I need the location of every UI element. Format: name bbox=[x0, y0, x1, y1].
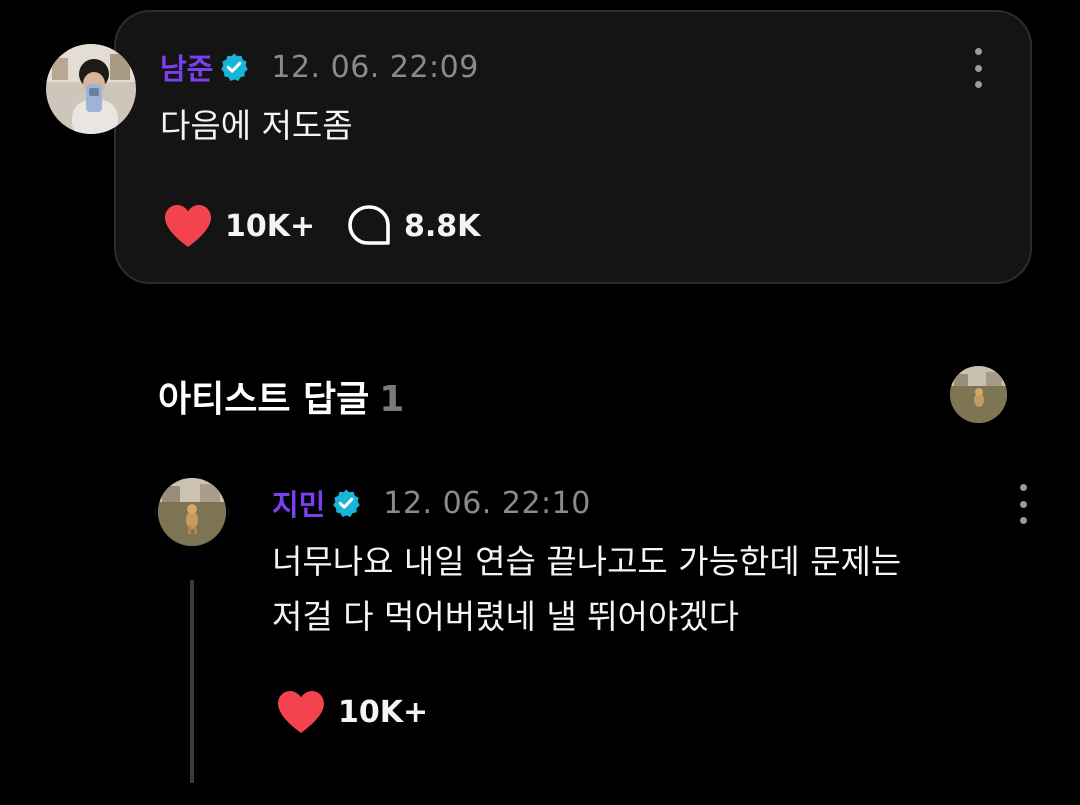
post-comment-button[interactable]: 8.8K bbox=[346, 203, 480, 249]
verified-badge-icon bbox=[331, 488, 361, 518]
post-more-menu-icon[interactable] bbox=[968, 48, 988, 88]
reply-message-line: 너무나요 내일 연습 끝나고도 가능한데 문제는 bbox=[272, 542, 902, 581]
post-author-name[interactable]: 남준 bbox=[160, 46, 213, 88]
artist-replies-count: 1 bbox=[379, 379, 405, 420]
reply-more-menu-icon[interactable] bbox=[1013, 484, 1033, 524]
reply-message-line: 저걸 다 먹어버렸네 낼 뛰어야겠다 bbox=[272, 597, 739, 636]
reply-like-count: 10K+ bbox=[338, 694, 429, 730]
current-user-avatar[interactable] bbox=[950, 366, 1007, 423]
heart-icon bbox=[165, 205, 211, 247]
post-like-button[interactable]: 10K+ bbox=[163, 203, 315, 249]
post-like-count: 10K+ bbox=[225, 208, 316, 244]
post-message: 다음에 저도좀 bbox=[160, 106, 353, 145]
post-author-avatar[interactable] bbox=[46, 44, 136, 134]
artist-replies-header: 아티스트 답글 1 bbox=[158, 370, 404, 422]
post-comment-count: 8.8K bbox=[404, 208, 481, 244]
speech-bubble-icon bbox=[348, 205, 390, 245]
reply-message: 너무나요 내일 연습 끝나고도 가능한데 문제는 저걸 다 먹어버렸네 낼 뛰어… bbox=[272, 534, 1012, 644]
reply-like-button[interactable]: 10K+ bbox=[276, 689, 428, 735]
verified-badge-icon bbox=[219, 52, 249, 82]
reply-author-name[interactable]: 지민 bbox=[272, 482, 325, 524]
post-timestamp: 12. 06. 22:09 bbox=[271, 49, 479, 85]
reply-timestamp: 12. 06. 22:10 bbox=[383, 485, 591, 521]
reply-author-line: 지민 12. 06. 22:10 bbox=[272, 482, 591, 524]
post-author-line: 남준 12. 06. 22:09 bbox=[160, 46, 479, 88]
thread-line bbox=[190, 580, 194, 783]
artist-replies-title: 아티스트 답글 bbox=[158, 379, 370, 420]
reply-author-avatar[interactable] bbox=[158, 478, 226, 546]
heart-icon bbox=[278, 691, 324, 733]
